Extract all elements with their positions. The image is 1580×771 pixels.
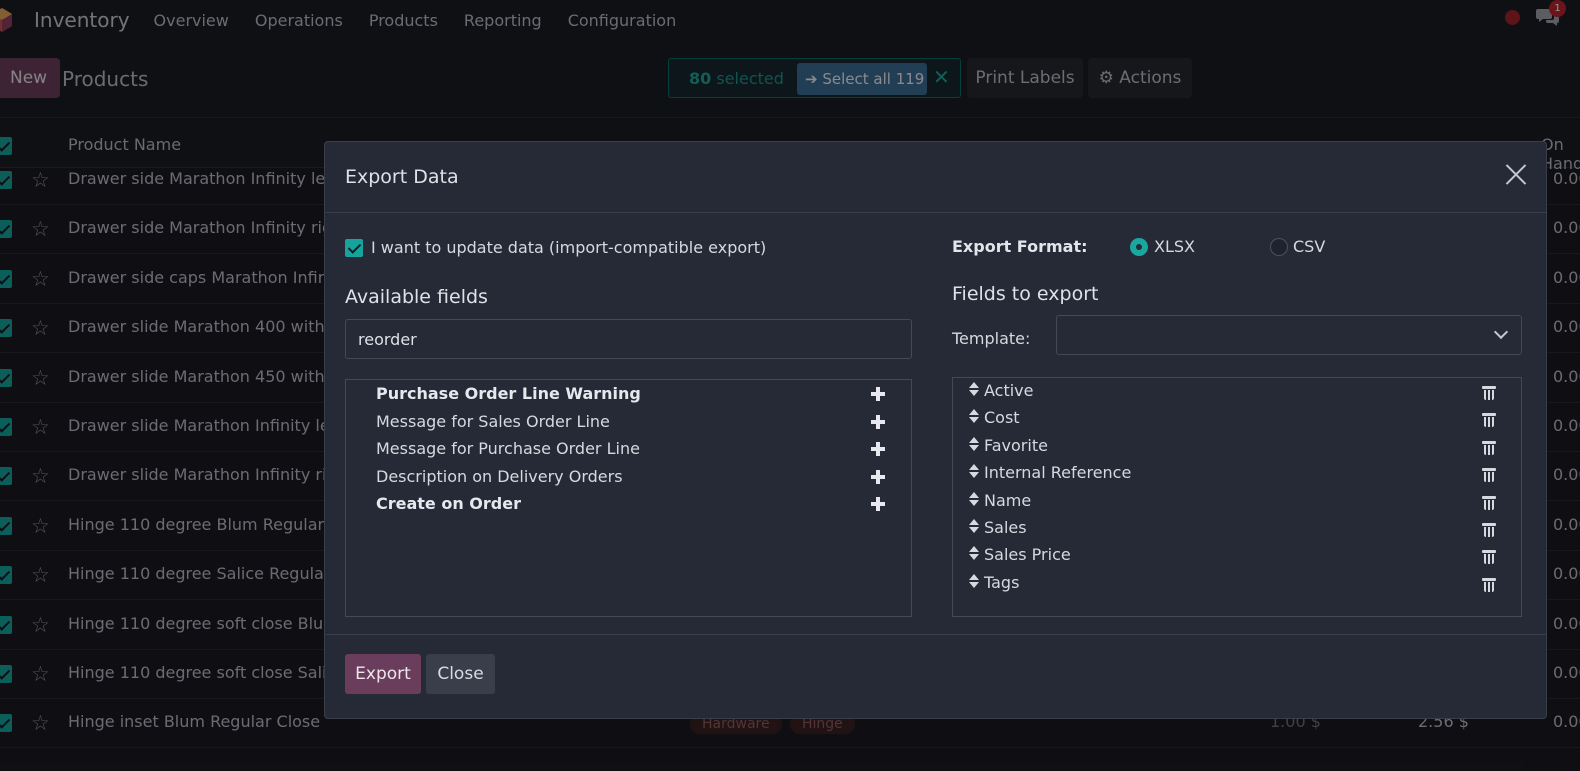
trash-icon[interactable] <box>1482 523 1496 537</box>
drag-sort-icon[interactable] <box>968 436 980 453</box>
trash-icon[interactable] <box>1482 440 1496 455</box>
chevron-down-icon <box>1493 324 1509 340</box>
drag-sort-icon[interactable] <box>968 409 980 425</box>
export-field-label: Sales <box>984 518 1027 537</box>
export-field-item[interactable]: Internal Reference <box>968 463 1131 482</box>
trash-icon[interactable] <box>1482 550 1496 565</box>
add-field-plus-icon[interactable] <box>871 469 885 484</box>
export-field-item[interactable]: Sales <box>968 518 1027 537</box>
close-icon[interactable] <box>1504 162 1528 186</box>
available-field-item[interactable]: Create on Order <box>376 494 521 513</box>
export-field-label: Name <box>984 490 1032 510</box>
export-field-label: Internal Reference <box>984 463 1132 483</box>
trash-icon[interactable] <box>1482 386 1496 400</box>
available-fields-list: Purchase Order Line Warning Message for S… <box>345 379 912 617</box>
drag-sort-icon[interactable] <box>968 464 980 480</box>
drag-sort-icon[interactable] <box>968 519 980 535</box>
add-field-plus-icon[interactable] <box>871 387 885 401</box>
close-button[interactable]: Close <box>426 654 495 694</box>
available-fields-title: Available fields <box>345 286 488 308</box>
available-field-item[interactable]: Message for Sales Order Line <box>376 412 610 431</box>
export-field-item[interactable]: Favorite <box>968 436 1048 455</box>
trash-icon[interactable] <box>1482 495 1496 510</box>
field-search-input[interactable]: reorder <box>345 319 912 359</box>
export-field-item[interactable]: Sales Price <box>968 545 1071 564</box>
drag-sort-icon[interactable] <box>968 382 980 398</box>
export-field-label: Cost <box>984 408 1020 428</box>
template-label: Template: <box>952 329 1031 348</box>
drag-sort-icon[interactable] <box>968 546 980 562</box>
available-field-item[interactable]: Description on Delivery Orders <box>376 467 623 486</box>
add-field-plus-icon[interactable] <box>871 497 885 511</box>
export-field-item[interactable]: Tags <box>968 573 1019 592</box>
modal-footer: Export Close <box>325 634 1546 718</box>
radio-csv-label[interactable]: CSV <box>1293 237 1325 256</box>
export-field-item[interactable]: Active <box>968 381 1034 400</box>
modal-title: Export Data <box>345 166 459 188</box>
add-field-plus-icon[interactable] <box>871 414 885 429</box>
import-compatible-label[interactable]: I want to update data (import-compatible… <box>371 238 766 257</box>
available-field-item[interactable]: Message for Purchase Order Line <box>376 439 640 458</box>
export-dialog: Export Data I want to update data (impor… <box>324 141 1547 719</box>
export-format-label: Export Format: <box>952 237 1088 256</box>
drag-sort-icon[interactable] <box>968 491 980 508</box>
import-compatible-checkbox[interactable] <box>345 238 363 257</box>
fields-to-export-list: Active Cost Favorite Internal Reference Name… <box>952 377 1522 617</box>
export-field-label: Tags <box>984 572 1020 592</box>
fields-to-export-title: Fields to export <box>952 283 1099 305</box>
export-field-label: Sales Price <box>984 545 1071 565</box>
export-field-item[interactable]: Cost <box>968 408 1020 427</box>
export-button[interactable]: Export <box>345 654 421 694</box>
trash-icon[interactable] <box>1482 413 1496 428</box>
drag-sort-icon[interactable] <box>968 573 980 590</box>
trash-icon[interactable] <box>1482 577 1496 592</box>
modal-header: Export Data <box>325 142 1546 213</box>
radio-xlsx[interactable] <box>1130 238 1148 256</box>
export-field-item[interactable]: Name <box>968 491 1031 510</box>
export-field-label: Active <box>984 381 1034 400</box>
available-field-item[interactable]: Purchase Order Line Warning <box>376 384 641 403</box>
radio-xlsx-label[interactable]: XLSX <box>1154 237 1195 256</box>
trash-icon[interactable] <box>1482 468 1496 483</box>
import-compatible-option[interactable]: I want to update data (import-compatible… <box>345 238 766 257</box>
template-select[interactable] <box>1056 315 1522 355</box>
add-field-plus-icon[interactable] <box>871 442 885 456</box>
export-field-label: Favorite <box>984 435 1048 455</box>
radio-csv[interactable] <box>1270 238 1288 256</box>
